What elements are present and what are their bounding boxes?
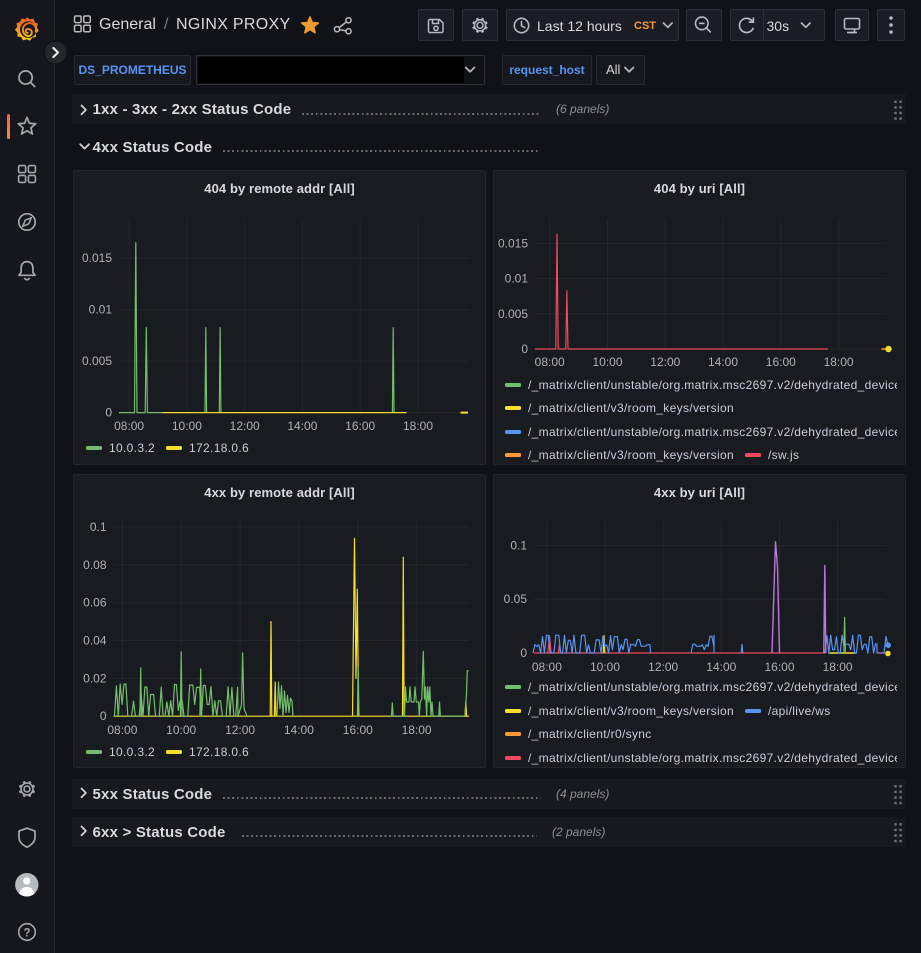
svg-text:14:00: 14:00 (287, 419, 317, 433)
svg-text:08:00: 08:00 (114, 419, 144, 433)
svg-text:12:00: 12:00 (225, 723, 255, 737)
svg-text:08:00: 08:00 (107, 723, 137, 737)
svg-text:12:00: 12:00 (648, 660, 678, 674)
svg-text:18:00: 18:00 (824, 355, 854, 369)
svg-text:08:00: 08:00 (535, 355, 565, 369)
svg-text:0.08: 0.08 (83, 558, 107, 572)
svg-text:16:00: 16:00 (345, 419, 375, 433)
svg-text:0: 0 (521, 342, 528, 356)
svg-text:0.005: 0.005 (82, 354, 112, 368)
svg-text:08:00: 08:00 (532, 660, 562, 674)
svg-text:0: 0 (100, 709, 107, 723)
svg-text:0.04: 0.04 (83, 634, 107, 648)
svg-text:0.01: 0.01 (89, 303, 113, 317)
svg-text:0.1: 0.1 (510, 539, 527, 553)
svg-text:18:00: 18:00 (823, 660, 853, 674)
svg-text:10:00: 10:00 (590, 660, 620, 674)
svg-text:14:00: 14:00 (284, 723, 314, 737)
svg-text:12:00: 12:00 (650, 355, 680, 369)
svg-text:12:00: 12:00 (230, 419, 260, 433)
svg-text:0.1: 0.1 (90, 520, 107, 534)
svg-text:18:00: 18:00 (403, 419, 433, 433)
svg-text:0.05: 0.05 (504, 592, 528, 606)
svg-text:0.01: 0.01 (505, 272, 529, 286)
svg-text:0.015: 0.015 (82, 251, 112, 265)
svg-text:0.02: 0.02 (83, 671, 107, 685)
svg-text:16:00: 16:00 (766, 355, 796, 369)
svg-text:0.06: 0.06 (83, 596, 107, 610)
svg-text:16:00: 16:00 (764, 660, 794, 674)
svg-text:10:00: 10:00 (172, 419, 202, 433)
svg-text:0: 0 (105, 406, 112, 420)
svg-text:0: 0 (520, 646, 527, 660)
svg-text:0.005: 0.005 (498, 307, 528, 321)
svg-text:18:00: 18:00 (402, 723, 432, 737)
svg-text:14:00: 14:00 (706, 660, 736, 674)
svg-text:10:00: 10:00 (166, 723, 196, 737)
svg-text:10:00: 10:00 (592, 355, 622, 369)
svg-text:16:00: 16:00 (343, 723, 373, 737)
svg-text:14:00: 14:00 (708, 355, 738, 369)
svg-text:0.015: 0.015 (498, 236, 528, 250)
